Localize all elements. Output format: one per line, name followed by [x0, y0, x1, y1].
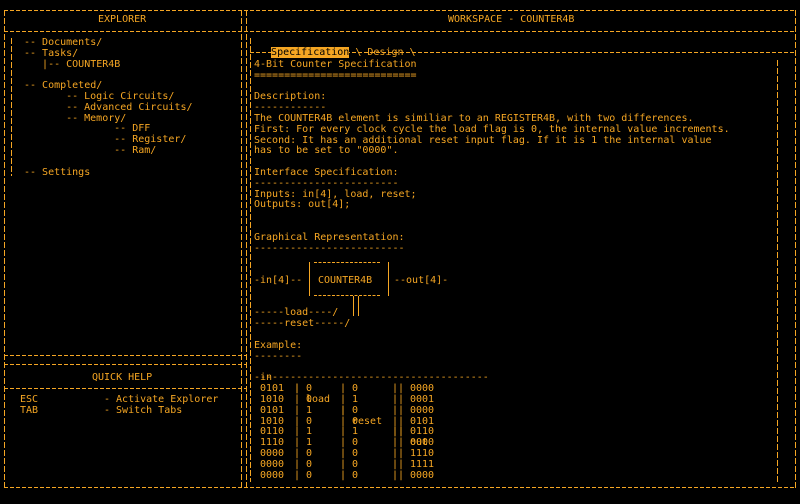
tree-item-counter4b[interactable]: |-- COUNTER4B	[24, 59, 120, 71]
table-separator: |	[340, 469, 347, 481]
table-cell: 0	[352, 458, 359, 470]
table-cell: 0	[306, 458, 313, 470]
graph-rule: -------------------------	[254, 242, 405, 254]
table-cell: 0	[306, 469, 313, 481]
table-cell: 0	[352, 404, 359, 416]
desc-line: has to be set to "0000".	[254, 145, 399, 157]
table-separator: ||	[392, 404, 405, 416]
help-desc-tab: - Switch Tabs	[104, 404, 183, 416]
tab-bar: Specification \ Design \	[259, 37, 416, 59]
table-cell: 0000	[260, 458, 285, 470]
doc-title-rule: ===========================	[254, 69, 417, 81]
tree-item-ram[interactable]: -- Ram/	[66, 145, 156, 157]
tab-design[interactable]: Design	[367, 47, 403, 58]
desc-line: First: For every clock cycle the load fl…	[254, 123, 730, 135]
table-separator: |	[340, 458, 347, 470]
table-separator: ||	[392, 458, 405, 470]
table-separator: ||	[392, 469, 405, 481]
graph-heading: Graphical Representation:	[254, 231, 405, 243]
tab-trail: \	[403, 46, 416, 58]
table-cell: 0101	[260, 404, 285, 416]
spec-document: 4-Bit Counter Specification ============…	[254, 59, 774, 481]
table-separator: |	[294, 469, 301, 481]
table-cell: 0000	[260, 469, 285, 481]
graph-reset-line: -----reset-----/	[254, 318, 351, 329]
help-key-tab: TAB	[20, 404, 39, 416]
quick-help-title: QUICK HELP	[92, 372, 153, 383]
tree-item-tasks[interactable]: -- Tasks/	[24, 48, 78, 60]
example-rule: --------	[254, 350, 303, 362]
tab-separator: \	[349, 46, 368, 58]
explorer-title: EXPLORER	[98, 14, 147, 25]
table-cell: 1	[306, 404, 313, 416]
iface-outputs: Outputs: out[4];	[254, 199, 351, 211]
tab-specification[interactable]: Specification	[271, 46, 350, 58]
example-header-rule: ---------------------------------------	[254, 372, 489, 384]
table-separator: |	[340, 404, 347, 416]
iface-rule: ------------------------	[254, 177, 399, 189]
table-separator: |	[294, 458, 301, 470]
graph-out-label: --out[4]-	[394, 275, 449, 286]
table-cell: 0000	[410, 404, 435, 416]
table-cell: 0	[352, 469, 359, 481]
workspace-title: WORKSPACE - COUNTER4B	[448, 14, 575, 25]
tree-item-advanced-circuits[interactable]: -- Advanced Circuits/	[42, 102, 192, 114]
table-cell: 1111	[410, 458, 435, 470]
graph-block-name: COUNTER4B	[318, 275, 373, 286]
table-separator: |	[294, 404, 301, 416]
table-cell: 0000	[410, 469, 435, 481]
graph-in-label: -in[4]--	[254, 275, 303, 286]
tree-item-settings[interactable]: -- Settings	[24, 167, 90, 179]
